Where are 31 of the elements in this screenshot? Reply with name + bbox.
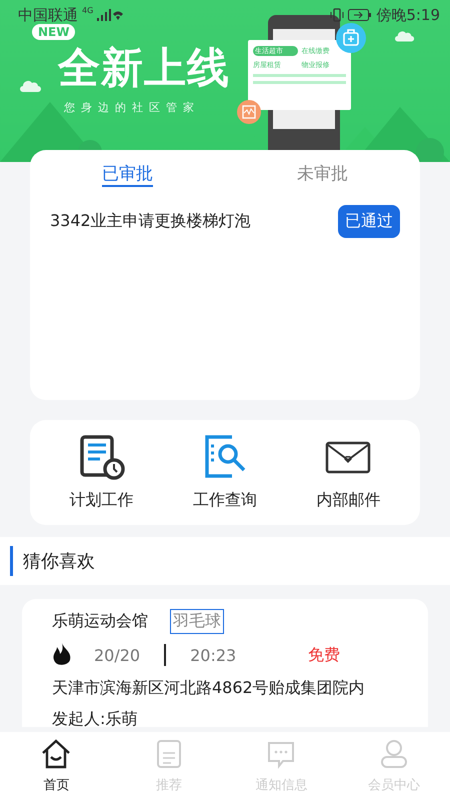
shortcut-button[interactable]: 工作查询 [192,434,257,511]
cloud-icon [395,30,415,42]
sport-tag: 羽毛球 [170,609,224,634]
shortcut-button[interactable]: 内部邮件 [316,434,380,511]
clock-text: 傍晚5:19 [376,6,440,24]
signal-icon [97,9,124,21]
approval-tab[interactable]: 未审批 [225,162,420,185]
banner-title: 全新上线 [58,42,230,94]
participant-count: 20/20 [94,646,140,664]
section-title: 猜你喜欢 [23,550,95,573]
nav-tab[interactable]: 首页 [0,732,112,800]
network-text: 4G [82,6,94,15]
cloud-icon [20,80,42,92]
vibrate-icon [330,8,344,22]
status-button[interactable]: 已通过 [338,205,400,238]
shortcut-button[interactable]: 计划工作 [70,434,134,511]
schedule-icon [78,434,125,480]
carrier-text: 中国联通 [18,6,78,24]
organizer-text: 发起人:乐萌 [52,709,138,730]
activity-card[interactable]: 乐萌运动会馆 羽毛球 20/20 20:23 免费 天津市滨海新区河北路4862号贻成集团院内 发起人:乐萌 [22,599,428,727]
battery-icon [348,9,372,21]
home-icon [40,738,72,770]
venue-name: 乐萌运动会馆 [52,611,148,632]
new-badge: NEW [32,24,76,40]
request-title: 3342业主申请更换楼梯灯泡 [50,211,251,232]
start-time: 20:23 [190,646,236,664]
approval-tab[interactable]: 已审批 [30,162,225,185]
banner-subtitle: 您身边的社区管家 [64,100,200,115]
flame-icon [52,643,72,667]
address-text: 天津市滨海新区河北路4862号贻成集团院内 [52,678,366,699]
price-text: 免费 [308,644,340,666]
